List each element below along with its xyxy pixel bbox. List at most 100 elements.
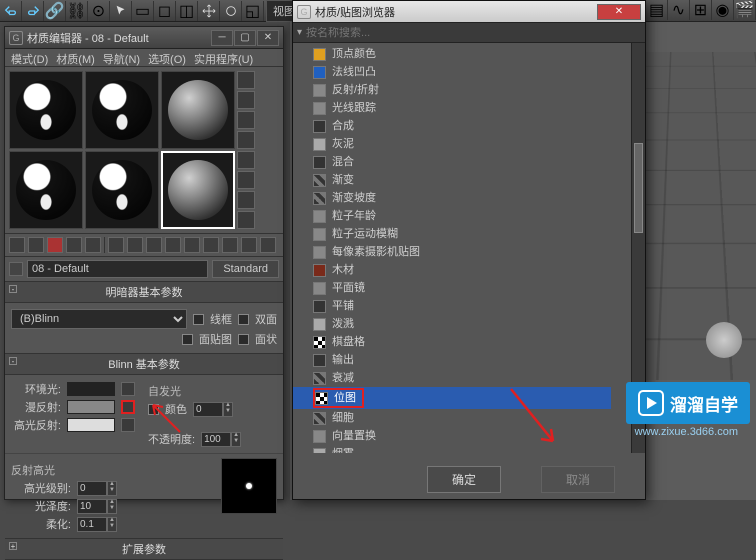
- material-type-button[interactable]: Standard: [212, 260, 279, 278]
- specular-map-button[interactable]: [121, 418, 135, 432]
- spec-level-spinner[interactable]: ▲▼: [77, 481, 117, 496]
- map-item-6[interactable]: 混合: [313, 153, 645, 171]
- undo-button[interactable]: [0, 1, 22, 21]
- map-item-15[interactable]: 泼溅: [313, 315, 645, 333]
- render-button[interactable]: 🎬: [734, 0, 756, 20]
- map-item-8[interactable]: 渐变坡度: [313, 189, 645, 207]
- shader-select[interactable]: (B)Blinn: [11, 309, 187, 329]
- side-tool-3[interactable]: [237, 111, 255, 129]
- map-item-22[interactable]: 烟雾: [313, 445, 645, 453]
- sample-slot-1[interactable]: [9, 71, 83, 149]
- menu-options[interactable]: 选项(O): [148, 51, 186, 64]
- rollout-toggle[interactable]: +: [9, 542, 17, 550]
- sample-slot-3[interactable]: [161, 71, 235, 149]
- menu-utility[interactable]: 实用程序(U): [194, 51, 253, 64]
- scale-button[interactable]: ◱: [242, 1, 264, 21]
- tool-g[interactable]: [184, 237, 200, 253]
- map-item-18[interactable]: 衰减: [313, 369, 645, 387]
- side-tool-6[interactable]: [237, 171, 255, 189]
- rollout-head-ext[interactable]: +扩展参数: [5, 539, 283, 560]
- sample-slot-6[interactable]: [161, 151, 235, 229]
- material-name-input[interactable]: [27, 260, 208, 278]
- material-editor-titlebar[interactable]: G 材质编辑器 - 08 - Default ─ ▢ ✕: [5, 27, 283, 49]
- browser-close-button[interactable]: ✕: [597, 4, 641, 20]
- chk-2side[interactable]: [238, 314, 249, 325]
- map-item-14[interactable]: 平铺: [313, 297, 645, 315]
- rect-select-button[interactable]: ◻: [154, 1, 176, 21]
- side-tool-7[interactable]: [237, 191, 255, 209]
- tool-d[interactable]: [127, 237, 143, 253]
- search-input[interactable]: [306, 27, 641, 39]
- side-tool-2[interactable]: [237, 91, 255, 109]
- close-button[interactable]: ✕: [257, 30, 279, 46]
- rotate-button[interactable]: [220, 1, 242, 21]
- map-item-17[interactable]: 输出: [313, 351, 645, 369]
- tool-c[interactable]: [108, 237, 124, 253]
- chk-faceted[interactable]: [238, 334, 249, 345]
- gloss-spinner[interactable]: ▲▼: [77, 499, 117, 514]
- chk-facemap[interactable]: [182, 334, 193, 345]
- sample-slot-4[interactable]: [9, 151, 83, 229]
- unlink-button[interactable]: ⛓: [66, 1, 88, 21]
- map-item-12[interactable]: 木材: [313, 261, 645, 279]
- put-to-scene-button[interactable]: [28, 237, 44, 253]
- side-tool-4[interactable]: [237, 131, 255, 149]
- menu-material[interactable]: 材质(M): [56, 51, 95, 64]
- pick-material-button[interactable]: [9, 237, 25, 253]
- cancel-button[interactable]: 取消: [541, 466, 615, 493]
- redo-button[interactable]: [22, 1, 44, 21]
- name-dropdown-icon[interactable]: [9, 262, 23, 276]
- maximize-button[interactable]: ▢: [234, 30, 256, 46]
- map-item-9[interactable]: 粒子年龄: [313, 207, 645, 225]
- viewport-gizmo[interactable]: [706, 322, 742, 358]
- bind-button[interactable]: ⊙: [88, 1, 110, 21]
- map-item-3[interactable]: 光线跟踪: [313, 99, 645, 117]
- menu-mode[interactable]: 模式(D): [11, 51, 48, 64]
- select-by-name-button[interactable]: ▭: [132, 1, 154, 21]
- map-item-7[interactable]: 渐变: [313, 171, 645, 189]
- schematic-button[interactable]: ⊞: [690, 0, 712, 20]
- map-item-16[interactable]: 棋盘格: [313, 333, 645, 351]
- tool-b[interactable]: [85, 237, 101, 253]
- diffuse-swatch[interactable]: [67, 400, 115, 414]
- material-lib-button[interactable]: ◉: [712, 0, 734, 20]
- menu-navigate[interactable]: 导航(N): [103, 51, 140, 64]
- map-item-2[interactable]: 反射/折射: [313, 81, 645, 99]
- tool-e[interactable]: [146, 237, 162, 253]
- map-item-13[interactable]: 平面镜: [313, 279, 645, 297]
- map-item-5[interactable]: 灰泥: [313, 135, 645, 153]
- delete-button[interactable]: [47, 237, 63, 253]
- rollout-head-blinn[interactable]: -Blinn 基本参数: [5, 354, 283, 375]
- sample-slot-2[interactable]: [85, 71, 159, 149]
- map-item-0[interactable]: 顶点颜色: [313, 45, 645, 63]
- minimize-button[interactable]: ─: [211, 30, 233, 46]
- map-item-11[interactable]: 每像素摄影机贴图: [313, 243, 645, 261]
- link-button[interactable]: 🔗: [44, 1, 66, 21]
- tool-a[interactable]: [66, 237, 82, 253]
- map-item-21[interactable]: 向量置换: [313, 427, 645, 445]
- tool-k[interactable]: [260, 237, 276, 253]
- tool-i[interactable]: [222, 237, 238, 253]
- window-cross-button[interactable]: ◫: [176, 1, 198, 21]
- tool-f[interactable]: [165, 237, 181, 253]
- side-tool-1[interactable]: [237, 71, 255, 89]
- search-dropdown-icon[interactable]: ▾: [297, 27, 302, 38]
- side-tool-5[interactable]: [237, 151, 255, 169]
- ok-button[interactable]: 确定: [427, 466, 501, 493]
- select-button[interactable]: [110, 1, 132, 21]
- tool-h[interactable]: [203, 237, 219, 253]
- opacity-spinner[interactable]: ▲▼: [201, 432, 241, 447]
- map-item-1[interactable]: 法线凹凸: [313, 63, 645, 81]
- soften-spinner[interactable]: ▲▼: [77, 517, 117, 532]
- specular-swatch[interactable]: [67, 418, 115, 432]
- scrollbar-thumb[interactable]: [634, 143, 643, 233]
- ambient-map-button[interactable]: [121, 382, 135, 396]
- diffuse-map-button[interactable]: [121, 400, 135, 414]
- move-button[interactable]: [198, 1, 220, 21]
- tool-j[interactable]: [241, 237, 257, 253]
- chk-wire[interactable]: [193, 314, 204, 325]
- side-tool-8[interactable]: [237, 211, 255, 229]
- rollout-toggle[interactable]: -: [9, 285, 17, 293]
- sample-slot-5[interactable]: [85, 151, 159, 229]
- layer-button[interactable]: ▤: [646, 0, 668, 20]
